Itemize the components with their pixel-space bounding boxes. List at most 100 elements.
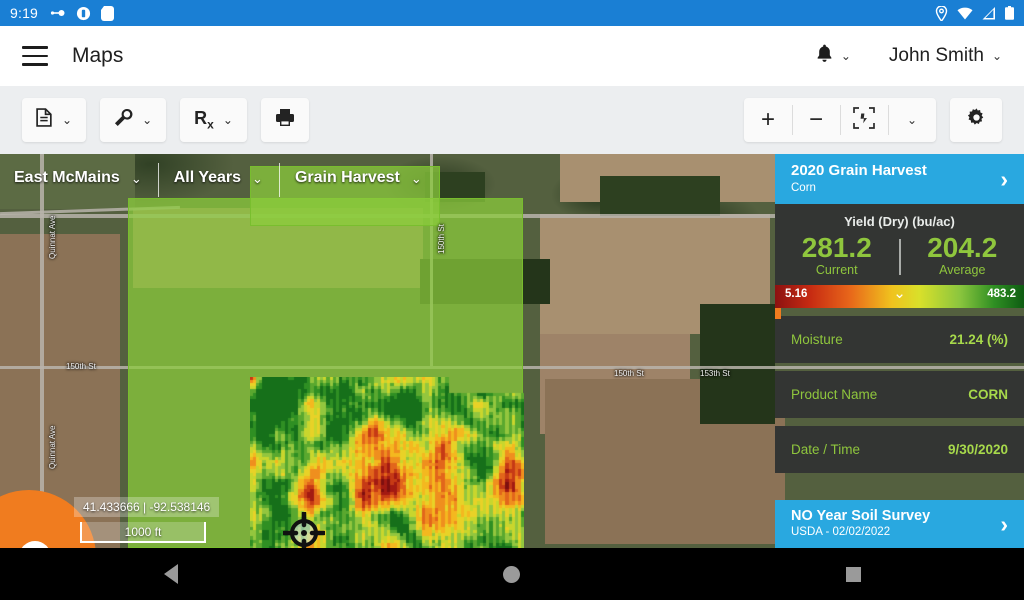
chevron-down-icon: ⌄ [252,170,263,186]
zoom-to-field-extent-icon [853,106,875,134]
yield-average-value: 204.2 [927,232,998,263]
close-x-icon [19,541,51,548]
hamburger-menu-icon[interactable] [22,46,48,66]
detail-row-product-name: Product Name CORN [775,370,1024,418]
yield-scale-max: 483.2 [987,287,1016,300]
app-header: Maps ⌄ John Smith ⌄ [0,26,1024,86]
map-scale-bar: 1000 ft [80,522,206,543]
map-filter-bar: East McMains ⌄ All Years ⌄ Grain Harvest… [0,154,438,202]
prescriptions-button[interactable]: Rx ⌄ [180,98,247,142]
zoom-out-button[interactable]: − [792,98,840,142]
map-road-label: 150th St [66,362,96,371]
chevron-down-icon: ⌄ [906,113,918,127]
cellular-signal-icon [982,6,996,20]
recents-square-icon [845,566,861,582]
detail-value: CORN [968,386,1008,402]
print-button[interactable] [260,98,309,142]
yield-values-row: 281.2 Current 204.2 Average [775,229,1024,285]
nav-home-button[interactable] [452,565,572,583]
map-woodland-patch [700,304,775,424]
zoom-options-button[interactable]: ⌄ [888,98,936,142]
status-bar-right-icons [935,5,1014,21]
detail-row-moisture: Moisture 21.24 (%) [775,315,1024,363]
chevron-right-icon: › [1000,510,1008,537]
field-selector-label: East McMains [14,169,120,186]
zoom-controls-group: + − ⌄ [744,98,936,142]
wifi-icon [957,7,973,20]
yield-average: 204.2 Average [901,232,1024,277]
field-selector-dropdown[interactable]: East McMains ⌄ [14,169,158,187]
panel-header-grain-harvest[interactable]: 2020 Grain Harvest Corn › [775,154,1024,204]
yield-summary-card: Yield (Dry) (bu/ac) 281.2 Current 204.2 … [775,204,1024,308]
panel-footer-titles: NO Year Soil Survey USDA - 02/02/2022 [791,508,1000,541]
yield-current-label: Current [815,262,858,277]
wrench-icon [114,108,133,132]
status-bar-left-icons [50,5,115,21]
status-bar-clock: 9:19 [10,5,39,21]
map-woodland-patch [600,176,720,216]
android-navigation-bar [0,548,1024,600]
notifications-caret-icon: ⌄ [840,49,851,63]
panel-footer-subtitle: USDA - 02/02/2022 [791,526,891,539]
detail-value: 21.24 (%) [949,331,1008,347]
app-notification-icon [76,6,91,21]
tools-button[interactable]: ⌄ [100,98,167,142]
detail-label: Moisture [791,331,843,347]
sd-card-icon [101,5,115,21]
detail-label: Date / Time [791,441,861,457]
map-toolbar-right: + − ⌄ [744,98,1002,142]
detail-value: 9/30/2020 [947,441,1008,457]
android-status-bar: 9:19 [0,0,1024,26]
chevron-down-icon: ⌄ [130,170,142,186]
panel-header-titles: 2020 Grain Harvest Corn [791,162,1000,195]
nav-back-button[interactable] [111,564,231,584]
layer-type-dropdown[interactable]: Grain Harvest ⌄ [278,163,438,197]
chevron-down-icon: ⌄ [62,113,73,127]
chevron-right-icon: › [1000,165,1008,192]
panel-footer-title: NO Year Soil Survey [791,507,931,524]
panel-footer-soil-survey[interactable]: NO Year Soil Survey USDA - 02/02/2022 › [775,500,1024,548]
year-selector-label: All Years [173,169,242,186]
yield-current: 281.2 Current [775,232,899,277]
gear-icon [966,107,987,133]
zoom-in-button[interactable]: + [744,98,792,142]
chevron-down-icon: ⌄ [222,113,233,127]
back-triangle-icon [163,564,178,584]
user-menu[interactable]: John Smith ⌄ [889,45,1002,67]
prescription-rx-icon: Rx [194,108,214,132]
year-selector-dropdown[interactable]: All Years ⌄ [157,163,279,197]
yield-scale-min: 5.16 [785,287,808,300]
detail-row-date-time: Date / Time 9/30/2020 [775,425,1024,473]
map-road-label: 150th St [437,224,446,254]
map-coordinates-readout: 41.433666 | -92.538146 [74,497,220,517]
application-root: 9:19 Maps ⌄ John Smith ⌄ ⌄ ⌄ Rx ⌄ + − ⌄ … [0,0,1024,600]
map-field-patch [0,234,120,354]
map-road-label: Quinnat Ave [48,425,57,469]
yield-color-gradient: 5.16 ⌄ 483.2 [775,284,1024,308]
documents-button[interactable]: ⌄ [22,98,87,142]
yield-average-label: Average [939,262,986,277]
app-header-right: ⌄ John Smith ⌄ [815,43,1002,69]
zoom-to-extent-button[interactable] [840,98,888,142]
map-road-label: 150th St [614,369,644,378]
document-icon [36,108,53,132]
usb-debug-icon [50,5,66,21]
chevron-down-icon: ⌄ [142,113,153,127]
home-circle-icon [503,565,521,583]
yield-metric-title: Yield (Dry) (bu/ac) [844,214,955,229]
yield-color-scale[interactable]: 5.16 ⌄ 483.2 [775,284,1024,308]
user-caret-icon: ⌄ [991,49,1002,63]
notifications-button[interactable]: ⌄ [815,43,851,69]
map-settings-button[interactable] [950,98,1002,142]
map-road-label: 153th St [700,369,730,378]
detail-label: Product Name [791,386,878,402]
bell-icon [815,43,834,69]
layer-type-label: Grain Harvest [294,169,400,186]
map-crosshair-marker-icon[interactable] [281,510,327,548]
minus-icon: − [808,106,823,133]
plus-icon: + [760,106,775,133]
nav-recents-button[interactable] [793,566,913,582]
user-name-label: John Smith [888,45,984,66]
panel-header-subtitle: Corn [791,181,816,194]
map-toolbar: ⌄ ⌄ Rx ⌄ + − ⌄ [0,86,1024,154]
